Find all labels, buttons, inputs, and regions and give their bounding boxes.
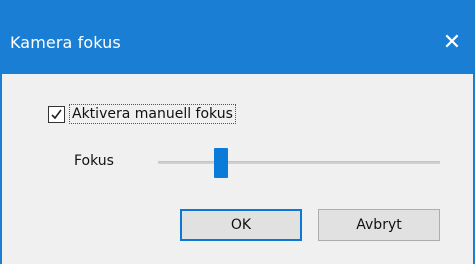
camera-focus-dialog: Kamera fokus ✕ Aktivera manuell fokus Fo… (0, 0, 475, 264)
cancel-button[interactable]: Avbryt (318, 209, 440, 241)
focus-slider-track[interactable] (158, 161, 440, 164)
manual-focus-checkbox[interactable] (48, 105, 65, 123)
focus-slider-thumb[interactable] (214, 148, 228, 178)
focus-slider[interactable] (158, 148, 440, 178)
close-icon: ✕ (442, 29, 462, 54)
focus-label: Fokus (74, 153, 114, 169)
dialog-title: Kamera fokus (10, 33, 121, 52)
checkmark-icon (51, 109, 62, 119)
close-button[interactable]: ✕ (438, 28, 466, 56)
manual-focus-checkbox-row[interactable]: Aktivera manuell fokus (48, 103, 236, 125)
manual-focus-label[interactable]: Aktivera manuell fokus (69, 104, 236, 124)
ok-button[interactable]: OK (180, 209, 302, 241)
title-bar: Kamera fokus ✕ (0, 0, 475, 74)
